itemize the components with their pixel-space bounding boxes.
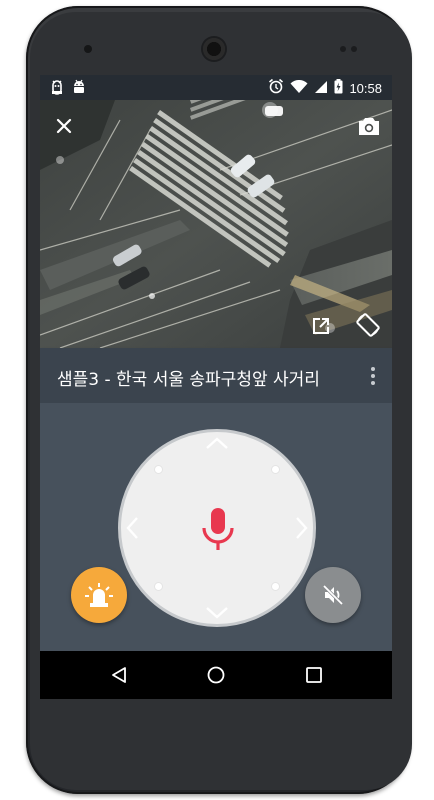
direction-pad[interactable]: [118, 429, 316, 627]
cctv-video-frame: [40, 100, 392, 348]
light-sensor: [351, 46, 357, 52]
close-icon: [56, 118, 72, 134]
navigation-bar: [40, 651, 392, 699]
home-icon: [207, 666, 225, 684]
ptz-control-panel: [40, 403, 392, 651]
mute-button[interactable]: [305, 567, 361, 623]
camera-icon: [359, 117, 379, 135]
direction-dot-down-right[interactable]: [272, 583, 279, 590]
wifi-icon: [290, 79, 308, 98]
back-icon: [112, 667, 126, 683]
battery-charging-icon: [334, 78, 343, 98]
chevron-right-icon[interactable]: [295, 516, 309, 540]
chevron-up-icon[interactable]: [205, 436, 229, 450]
alarm-icon: [268, 78, 284, 98]
direction-dot-up-left[interactable]: [155, 466, 162, 473]
front-camera: [84, 45, 92, 53]
chevron-left-icon[interactable]: [125, 516, 139, 540]
direction-dot-up-right[interactable]: [272, 466, 279, 473]
more-options-button[interactable]: [368, 365, 378, 387]
app-screen: 10:58 샘플3 - 한국 서울 송파구청앞 사거리: [40, 75, 392, 699]
open-external-icon: [313, 318, 329, 334]
earpiece-speaker: [203, 38, 225, 60]
close-button[interactable]: [54, 116, 74, 136]
back-button[interactable]: [107, 663, 131, 687]
status-time: 10:58: [349, 80, 382, 96]
camera-title: 샘플3 - 한국 서울 송파구청앞 사거리: [57, 370, 320, 390]
siren-button[interactable]: [71, 567, 127, 623]
microphone-icon[interactable]: [200, 506, 236, 552]
more-vert-icon: [371, 367, 375, 371]
snapshot-button[interactable]: [357, 115, 381, 137]
cctv-video-view[interactable]: [40, 100, 392, 348]
recents-button[interactable]: [302, 663, 326, 687]
open-external-button[interactable]: [310, 315, 332, 337]
status-bar: 10:58: [40, 75, 392, 100]
home-button[interactable]: [204, 663, 228, 687]
signal-icon: [314, 79, 328, 98]
android-debug-icon: [50, 79, 64, 99]
volume-off-icon: [322, 584, 344, 606]
direction-dot-down-left[interactable]: [155, 583, 162, 590]
camera-title-bar: 샘플3 - 한국 서울 송파구청앞 사거리: [40, 348, 392, 403]
android-icon: [72, 79, 86, 99]
proximity-sensor: [340, 46, 346, 52]
rotate-button[interactable]: [354, 311, 382, 339]
siren-icon: [85, 583, 113, 607]
screen-rotation-icon: [356, 313, 380, 337]
chevron-down-icon[interactable]: [205, 606, 229, 620]
recents-icon: [306, 667, 322, 683]
